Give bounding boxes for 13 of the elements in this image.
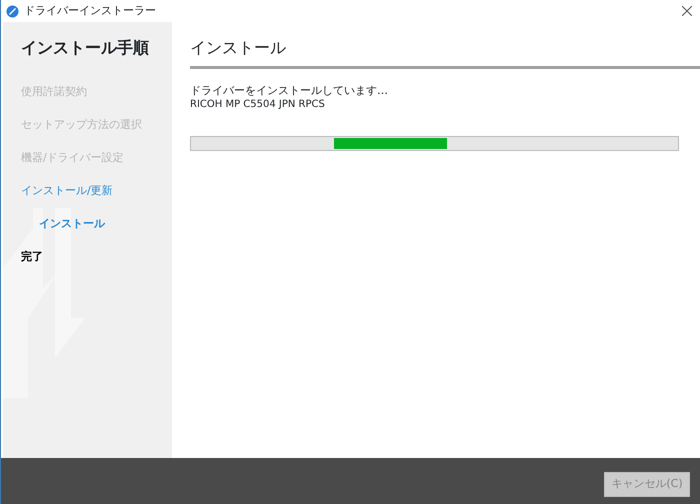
- step-label: インストール: [38, 216, 106, 232]
- status-message: ドライバーをインストールしています…: [190, 85, 389, 98]
- window-title: ドライバーインストーラー: [24, 2, 156, 19]
- device-name: RICOH MP C5504 JPN RPCS: [190, 98, 326, 112]
- sidebar-title: インストール手順: [21, 37, 150, 59]
- close-icon[interactable]: [682, 6, 692, 16]
- step-label: セットアップ方法の選択: [21, 117, 143, 133]
- step-label: インストール/更新: [21, 183, 114, 199]
- step-label: 使用許諾契約: [21, 84, 88, 100]
- step-label: 機器/ドライバー設定: [21, 150, 125, 166]
- step-label: 完了: [21, 249, 44, 265]
- page-heading: インストール: [190, 36, 700, 69]
- app-icon: [6, 4, 19, 18]
